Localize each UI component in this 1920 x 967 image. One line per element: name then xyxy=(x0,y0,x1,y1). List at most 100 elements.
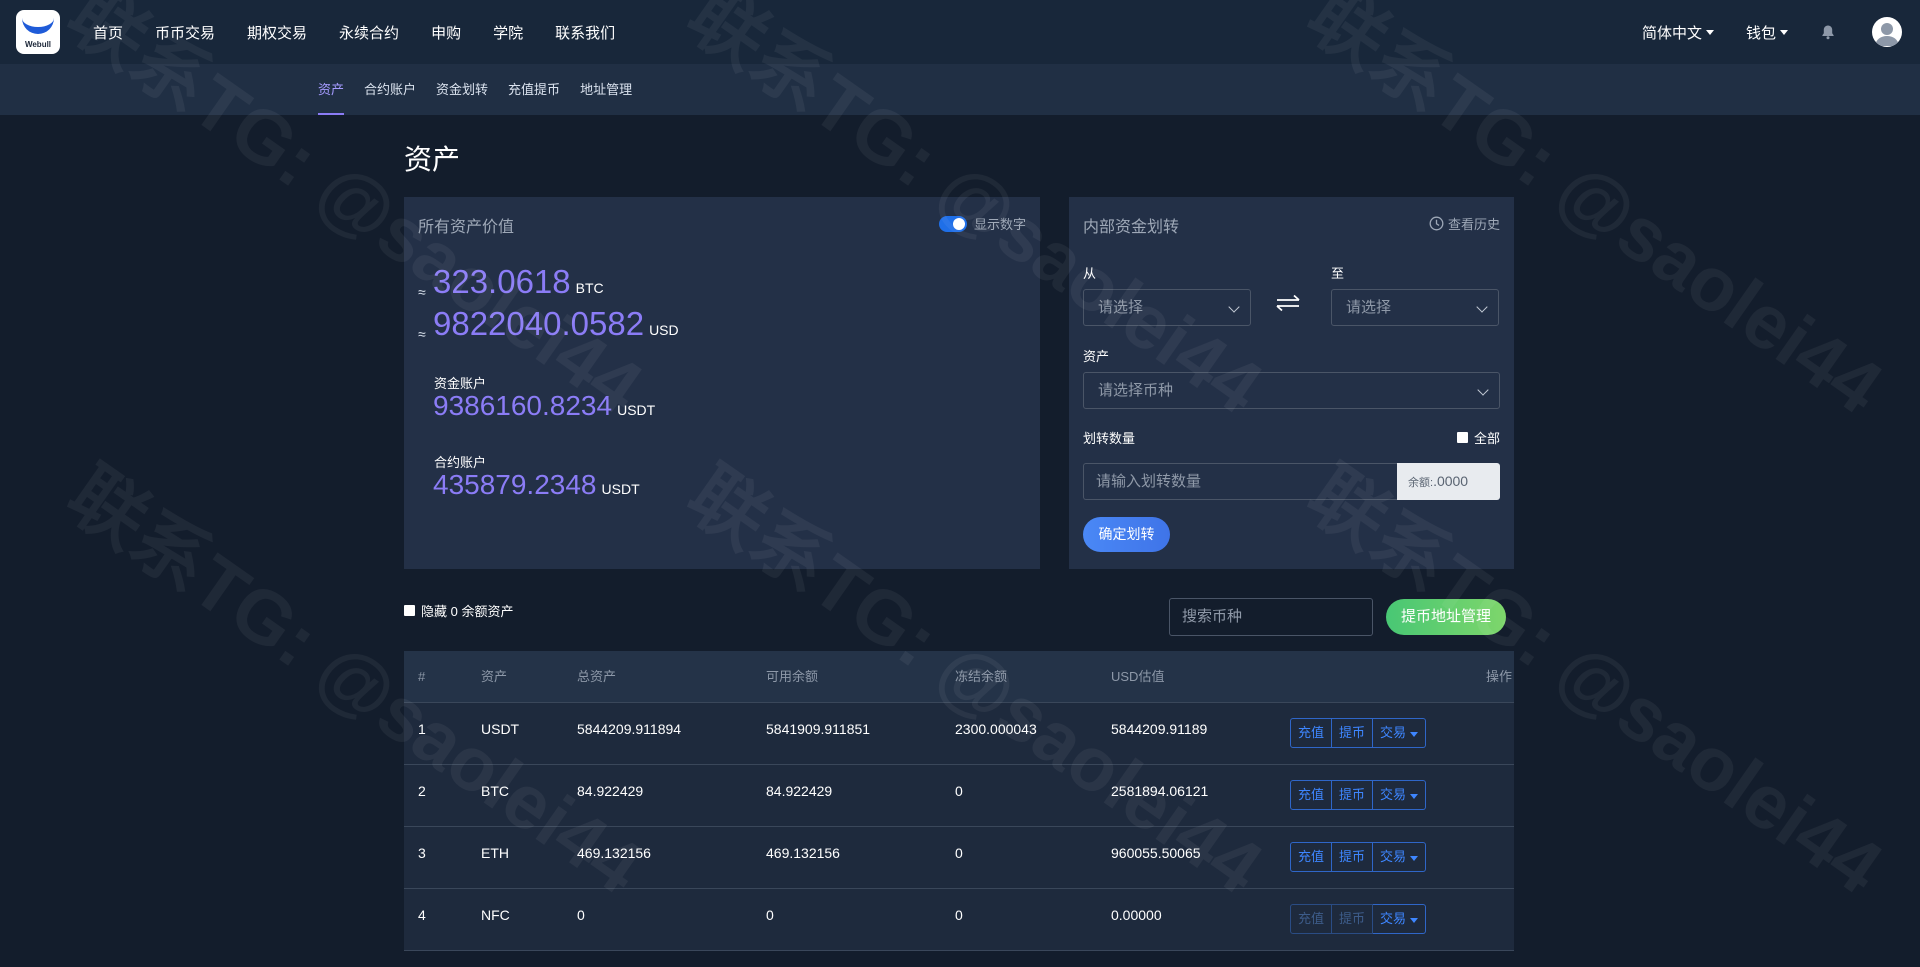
tab-contract-account[interactable]: 合约账户 xyxy=(364,64,416,115)
withdraw-address-button[interactable]: 提币地址管理 xyxy=(1386,599,1506,635)
toggle-switch[interactable] xyxy=(938,215,967,232)
row-asset: NFC xyxy=(481,907,510,923)
from-label: 从 xyxy=(1083,266,1097,281)
internal-transfer-card: 内部资金划转 查看历史 从 至 请选择 请选择 资产 请选择币种 划转数量 全部… xyxy=(1069,197,1514,569)
asset-select[interactable]: 请选择币种 xyxy=(1083,372,1500,409)
top-right-menu: 简体中文 钱包 xyxy=(1642,0,1920,64)
nav-contact-us[interactable]: 联系我们 xyxy=(555,22,615,43)
col-frozen: 冻结余额 xyxy=(955,669,1008,684)
confirm-transfer-button[interactable]: 确定划转 xyxy=(1083,517,1170,552)
balance-prefix: 余额: xyxy=(1408,477,1434,489)
toggle-label: 显示数字 xyxy=(973,217,1026,232)
trade-label: 交易 xyxy=(1380,787,1407,802)
row-available: 5841909.911851 xyxy=(766,721,871,737)
btc-unit: BTC xyxy=(575,280,604,296)
table-header: # 资产 总资产 可用余额 冻结余额 USD估值 操作 xyxy=(404,651,1514,703)
checkbox[interactable] xyxy=(1456,432,1468,443)
sub-navbar: 资产 合约账户 资金划转 充值提币 地址管理 xyxy=(0,64,1920,115)
language-dropdown[interactable]: 简体中文 xyxy=(1642,22,1714,43)
logo-arc xyxy=(22,18,54,34)
nav-spot-trading[interactable]: 币币交易 xyxy=(155,22,215,43)
row-usd: 0.00000 xyxy=(1111,907,1162,923)
row-asset: BTC xyxy=(481,783,509,799)
col-total: 总资产 xyxy=(577,669,617,684)
tab-deposit-withdraw[interactable]: 充值提币 xyxy=(508,64,560,115)
swap-arrows-icon[interactable] xyxy=(1271,291,1305,315)
balance-value: .0000 xyxy=(1433,473,1469,489)
nav-academy[interactable]: 学院 xyxy=(493,22,523,43)
col-usd: USD估值 xyxy=(1111,669,1165,684)
withdraw-button[interactable]: 提币 xyxy=(1332,718,1374,748)
row-total: 469.132156 xyxy=(577,845,651,861)
row-available: 84.922429 xyxy=(766,783,833,799)
deposit-button[interactable]: 充值 xyxy=(1290,842,1333,872)
tab-address-management[interactable]: 地址管理 xyxy=(580,64,632,115)
withdraw-button[interactable]: 提币 xyxy=(1332,904,1374,934)
avatar[interactable] xyxy=(1872,17,1902,47)
view-history-link[interactable]: 查看历史 xyxy=(1429,214,1500,233)
row-asset: ETH xyxy=(481,845,509,861)
deposit-button[interactable]: 充值 xyxy=(1290,780,1333,810)
chevron-down-icon xyxy=(1410,918,1419,923)
fund-account-value: 9386160.8234 xyxy=(433,390,613,421)
row-actions: 充值 提币 交易 xyxy=(1290,904,1427,934)
chevron-down-icon xyxy=(1476,301,1488,313)
row-index: 1 xyxy=(418,721,426,737)
tab-assets[interactable]: 资产 xyxy=(318,64,345,115)
withdraw-button[interactable]: 提币 xyxy=(1332,842,1374,872)
nav-home[interactable]: 首页 xyxy=(93,22,123,43)
fund-account-unit: USDT xyxy=(617,402,656,418)
row-frozen: 0 xyxy=(955,907,963,923)
contract-account-unit: USDT xyxy=(601,481,640,497)
logo-text: Webull xyxy=(24,40,52,49)
row-total: 5844209.911894 xyxy=(577,721,682,737)
from-account-select[interactable]: 请选择 xyxy=(1083,289,1251,326)
col-asset: 资产 xyxy=(481,669,508,684)
nav-subscription[interactable]: 申购 xyxy=(431,22,461,43)
hide-zero-label: 隐藏 0 余额资产 xyxy=(421,604,514,619)
usd-value: 9822040.0582 xyxy=(433,305,645,342)
trade-dropdown[interactable]: 交易 xyxy=(1373,780,1427,810)
table-row: 3 ETH 469.132156 469.132156 0 960055.500… xyxy=(404,827,1514,889)
transfer-title: 内部资金划转 xyxy=(1083,219,1180,236)
row-usd: 5844209.91189 xyxy=(1111,721,1208,737)
btc-total: 323.0618 BTC xyxy=(433,263,604,301)
to-account-select[interactable]: 请选择 xyxy=(1331,289,1499,326)
withdraw-button[interactable]: 提币 xyxy=(1332,780,1374,810)
row-frozen: 0 xyxy=(955,845,963,861)
nav-options-trading[interactable]: 期权交易 xyxy=(247,22,307,43)
wallet-dropdown[interactable]: 钱包 xyxy=(1746,22,1788,43)
usd-unit: USD xyxy=(649,322,679,338)
coin-search-input[interactable]: 搜索币种 xyxy=(1169,598,1373,636)
fund-account-balance: 9386160.8234 USDT xyxy=(433,390,655,422)
table-row: 1 USDT 5844209.911894 5841909.911851 230… xyxy=(404,703,1514,765)
checkbox[interactable] xyxy=(404,605,415,616)
from-placeholder: 请选择 xyxy=(1098,299,1144,316)
row-index: 4 xyxy=(418,907,426,923)
nav-perpetual-contract[interactable]: 永续合约 xyxy=(339,22,399,43)
main-nav: 首页 币币交易 期权交易 永续合约 申购 学院 联系我们 xyxy=(93,0,647,64)
tab-fund-transfer[interactable]: 资金划转 xyxy=(436,64,488,115)
trade-dropdown[interactable]: 交易 xyxy=(1373,718,1427,748)
row-total: 84.922429 xyxy=(577,783,644,799)
show-numbers-toggle[interactable]: 显示数字 xyxy=(938,214,1026,233)
col-actions: 操作 xyxy=(1485,669,1512,684)
bell-icon[interactable] xyxy=(1820,24,1836,40)
hide-zero-balance-checkbox[interactable]: 隐藏 0 余额资产 xyxy=(404,601,513,620)
chevron-down-icon xyxy=(1780,29,1788,35)
row-actions: 充值 提币 交易 xyxy=(1290,842,1427,872)
balance-addon: 余额:.0000 xyxy=(1397,463,1500,500)
btc-value: 323.0618 xyxy=(433,263,571,300)
trade-dropdown[interactable]: 交易 xyxy=(1373,842,1427,872)
row-available: 0 xyxy=(766,907,774,923)
deposit-button[interactable]: 充值 xyxy=(1290,904,1333,934)
amount-input[interactable]: 请输入划转数量 xyxy=(1083,463,1397,500)
amount-label: 划转数量 xyxy=(1083,431,1136,446)
webull-logo[interactable]: Webull xyxy=(16,10,60,54)
assets-table: # 资产 总资产 可用余额 冻结余额 USD估值 操作 1 USDT 58442… xyxy=(404,651,1514,951)
chevron-down-icon xyxy=(1477,384,1489,396)
transfer-all-checkbox[interactable]: 全部 xyxy=(1456,428,1500,447)
trade-dropdown[interactable]: 交易 xyxy=(1373,904,1427,934)
deposit-button[interactable]: 充值 xyxy=(1290,718,1333,748)
asset-placeholder: 请选择币种 xyxy=(1098,382,1174,399)
